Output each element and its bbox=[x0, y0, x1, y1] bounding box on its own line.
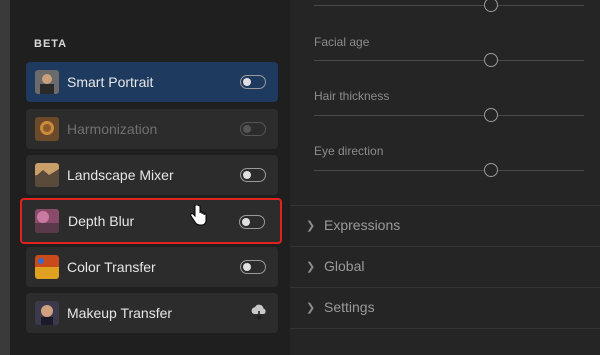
section-title: Settings bbox=[324, 299, 375, 315]
toggle-switch[interactable] bbox=[240, 75, 266, 89]
section-divider bbox=[290, 328, 600, 329]
filter-label: Depth Blur bbox=[68, 213, 135, 229]
filter-item-makeup-transfer[interactable]: Makeup Transfer bbox=[26, 293, 278, 333]
toggle-switch[interactable] bbox=[239, 215, 265, 229]
slider-thumb-hair-thickness[interactable] bbox=[484, 108, 498, 122]
slider-label-eye-direction: Eye direction bbox=[314, 144, 384, 158]
slider-thumb-facial-age[interactable] bbox=[484, 53, 498, 67]
filter-item-smart-portrait[interactable]: Smart Portrait bbox=[26, 62, 278, 102]
landscape-mixer-thumbnail bbox=[35, 163, 59, 187]
filter-item-depth-blur[interactable]: Depth Blur bbox=[20, 198, 282, 244]
filter-label: Smart Portrait bbox=[67, 74, 154, 90]
depth-blur-thumbnail bbox=[35, 209, 59, 233]
chevron-right-icon: ❯ bbox=[306, 261, 316, 273]
makeup-transfer-thumbnail bbox=[35, 301, 59, 325]
scrollbar-strip[interactable] bbox=[0, 0, 10, 355]
toggle-switch bbox=[240, 122, 266, 136]
color-transfer-thumbnail bbox=[35, 255, 59, 279]
filter-label: Makeup Transfer bbox=[67, 305, 173, 321]
cloud-download-icon[interactable] bbox=[250, 303, 268, 321]
filter-item-landscape-mixer[interactable]: Landscape Mixer bbox=[26, 155, 278, 195]
slider-track[interactable] bbox=[314, 5, 584, 6]
chevron-right-icon: ❯ bbox=[306, 302, 316, 314]
hand-pointer-cursor bbox=[189, 204, 207, 227]
filter-item-harmonization[interactable]: Harmonization bbox=[26, 109, 278, 149]
slider-label-facial-age: Facial age bbox=[314, 35, 370, 49]
filter-label: Harmonization bbox=[67, 121, 158, 137]
slider-thumb-eye-direction[interactable] bbox=[484, 163, 498, 177]
section-title: Expressions bbox=[324, 217, 401, 233]
section-settings[interactable]: ❯ Settings bbox=[290, 288, 600, 328]
section-global[interactable]: ❯ Global bbox=[290, 247, 600, 287]
section-label-beta: BETA bbox=[34, 38, 68, 50]
slider-track-hair-thickness[interactable] bbox=[314, 115, 584, 116]
toggle-switch[interactable] bbox=[240, 168, 266, 182]
filter-item-color-transfer[interactable]: Color Transfer bbox=[26, 247, 278, 287]
smart-portrait-thumbnail bbox=[35, 70, 59, 94]
harmonization-thumbnail bbox=[35, 117, 59, 141]
filter-label: Landscape Mixer bbox=[67, 167, 174, 183]
slider-label-hair-thickness: Hair thickness bbox=[314, 89, 390, 103]
section-expressions[interactable]: ❯ Expressions bbox=[290, 206, 600, 246]
filter-label: Color Transfer bbox=[67, 259, 156, 275]
toggle-switch[interactable] bbox=[240, 260, 266, 274]
slider-track-facial-age[interactable] bbox=[314, 60, 584, 61]
section-title: Global bbox=[324, 258, 365, 274]
chevron-right-icon: ❯ bbox=[306, 220, 316, 232]
slider-track-eye-direction[interactable] bbox=[314, 170, 584, 171]
